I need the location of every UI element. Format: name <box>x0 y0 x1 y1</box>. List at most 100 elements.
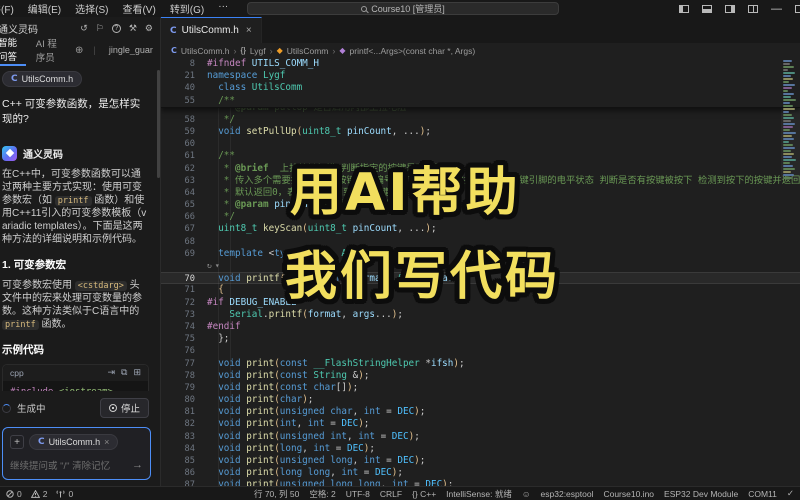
chat-scrollbar[interactable] <box>157 70 160 178</box>
status-item[interactable]: 空格: 2 <box>309 488 335 500</box>
minimap[interactable] <box>783 60 798 180</box>
status-bar-right: 行 70, 列 50 空格: 2 UTF-8 CRLF {} C++ IntelliSen… <box>254 488 794 500</box>
feedback-icon[interactable]: ⚐ <box>96 23 104 34</box>
code-line[interactable]: 64 * 默认返回0，表示没有检测到任何按键被按下。 <box>161 187 800 199</box>
send-icon[interactable]: → <box>132 459 143 471</box>
minimap-line <box>783 117 794 119</box>
new-file-icon[interactable]: ⊞ <box>133 367 141 378</box>
tools-icon[interactable]: ⚒ <box>129 23 137 34</box>
chip-close-icon[interactable]: × <box>104 437 109 447</box>
code-line[interactable]: 77 void print(const __FlashStringHelper … <box>161 358 800 370</box>
toggle-panel-icon[interactable] <box>702 5 712 13</box>
status-item[interactable]: COM11 <box>748 489 777 499</box>
account-button[interactable]: jingle_guan... <box>106 45 153 55</box>
code-line[interactable]: 58 */ <box>161 114 800 126</box>
current-code-line[interactable]: 70 void printf(const char *format, Args.… <box>161 272 800 284</box>
command-center-search[interactable]: Course10 [管理员] <box>247 2 559 15</box>
breadcrumb-item[interactable]: UtilsComm.h <box>181 46 230 56</box>
status-item[interactable]: UTF-8 <box>346 489 370 499</box>
code-line[interactable]: 65 * @param pinCount 需要扫描的按键数量 <box>161 199 800 211</box>
menu-item[interactable]: 编辑(E) <box>21 1 68 16</box>
tab-utilscomm[interactable]: C UtilsComm.h × <box>161 17 262 43</box>
status-item[interactable]: {} C++ <box>412 489 436 499</box>
code-editor[interactable]: 8#ifndef UTILS_COMM_H21namespace Lygf40 … <box>161 58 800 486</box>
code-line[interactable]: 73 Serial.printf(format, args...); <box>161 309 800 321</box>
menu-item[interactable]: 查看(V) <box>115 1 162 16</box>
code-line[interactable]: 82 void print(int, int = DEC); <box>161 418 800 430</box>
breadcrumb-item[interactable]: UtilsComm <box>287 46 329 56</box>
code-line[interactable]: 80 void print(char); <box>161 394 800 406</box>
copy-code-icon[interactable]: ⧉ <box>121 367 127 378</box>
menu-item[interactable]: 文件(F) <box>0 1 21 16</box>
code-line[interactable]: 61 /** <box>161 150 800 162</box>
code-line[interactable]: 87 void print(unsigned long long, int = … <box>161 479 800 486</box>
code-line[interactable]: 79 void print(const char[]); <box>161 382 800 394</box>
code-line[interactable]: 71 { <box>161 284 800 296</box>
code-line[interactable]: 8#ifndef UTILS_COMM_H <box>161 58 800 70</box>
insert-code-icon[interactable]: ⇥ <box>107 367 115 378</box>
status-item[interactable]: 行 70, 列 50 <box>254 488 299 500</box>
status-item[interactable]: esp32:esptool <box>541 489 594 499</box>
code-line[interactable]: 83 void print(unsigned int, int = DEC); <box>161 431 800 443</box>
code-line[interactable]: 85 void print(unsigned long, int = DEC); <box>161 455 800 467</box>
code-line[interactable]: 66 */ <box>161 211 800 223</box>
breadcrumb: CUtilsComm.h›{}Lygf›◆UtilsComm›◆printf<.… <box>161 43 800 58</box>
input-context-chip[interactable]: C UtilsComm.h × <box>29 434 118 450</box>
status-item[interactable]: CRLF <box>380 489 402 499</box>
code-line[interactable]: 59 void setPullUp(uint8_t pinCount, ...)… <box>161 126 800 138</box>
history-icon[interactable]: ↺ <box>80 23 88 34</box>
minimap-line <box>783 165 793 167</box>
code-line[interactable]: 78 void print(const String &); <box>161 370 800 382</box>
code-line[interactable]: 67 uint8_t keyScan(uint8_t pinCount, ...… <box>161 223 800 235</box>
toggle-sidebar-icon[interactable] <box>679 5 689 13</box>
code-line[interactable]: ↻▾ <box>161 260 800 272</box>
breadcrumb-item[interactable]: printf<...Args>(const char *, Args) <box>350 46 476 56</box>
user-context-chip[interactable]: C UtilsComm.h <box>2 71 82 87</box>
customize-layout-icon[interactable] <box>748 5 758 13</box>
breadcrumb-separator: › <box>234 46 237 56</box>
code-line[interactable]: 86 void print(long long, int = DEC); <box>161 467 800 479</box>
help-icon[interactable]: ? <box>112 24 121 33</box>
code-line[interactable]: 55 /** <box>161 95 800 107</box>
code-line[interactable]: 21namespace Lygf <box>161 70 800 82</box>
status-item[interactable]: Course10.ino <box>603 489 654 499</box>
status-item[interactable]: IntelliSense: 就绪 <box>446 488 512 500</box>
maximize-icon[interactable] <box>795 5 800 13</box>
new-chat-icon[interactable]: ⊕ <box>75 45 83 56</box>
vscode-window: 文件(F)编辑(E)选择(S)查看(V)转到(G)··· ← → Course1… <box>0 0 800 500</box>
minimize-icon[interactable]: — <box>771 5 782 13</box>
status-item[interactable]: ☺ <box>522 489 531 499</box>
code-line[interactable]: 63 * 传入多个需要扫描检测的按键引脚编号 每次调用时依次扫描每一个按键引脚的… <box>161 175 800 187</box>
toggle-secondary-sidebar-icon[interactable] <box>725 5 735 13</box>
code-line[interactable]: 76 <box>161 345 800 357</box>
ports-indicator[interactable]: 0 <box>56 489 73 499</box>
code-line[interactable]: 75 }; <box>161 333 800 345</box>
code-line[interactable]: 69 template <typename... Args> <box>161 248 800 260</box>
code-line[interactable]: 72#if DEBUG_ENABLE <box>161 297 800 309</box>
code-line[interactable]: 40 class UtilsComm <box>161 82 800 94</box>
code-line[interactable]: 62 * @brief 上拉按键扫描 判断指定的按键是否被按下 <box>161 163 800 175</box>
code-line[interactable]: 84 void print(long, int = DEC); <box>161 443 800 455</box>
code-line[interactable]: 74#endif <box>161 321 800 333</box>
assistant-heading-2: 示例代码 <box>2 342 149 357</box>
inline-suggestion-icons[interactable]: ↻▾ <box>207 261 223 270</box>
status-item[interactable]: ✓ <box>787 488 794 499</box>
menu-item[interactable]: 选择(S) <box>68 1 115 16</box>
chat-input-box[interactable]: + C UtilsComm.h × 继续提问或 "/" 清除记忆 → <box>2 427 151 480</box>
stop-button[interactable]: 停止 <box>100 398 149 418</box>
breadcrumb-item[interactable]: Lygf <box>250 46 266 56</box>
errors-indicator[interactable]: 0 <box>6 489 22 499</box>
code-line[interactable]: 68 <box>161 236 800 248</box>
menu-item[interactable]: 转到(G) <box>163 1 211 16</box>
settings-gear-icon[interactable]: ⚙ <box>145 23 153 34</box>
close-tab-icon[interactable]: × <box>246 25 252 36</box>
warnings-indicator[interactable]: 2 <box>31 489 48 499</box>
add-context-button[interactable]: + <box>10 435 24 449</box>
line-number: 76 <box>161 345 195 357</box>
menu-item[interactable]: ··· <box>211 1 235 16</box>
code-line[interactable]: 81 void print(unsigned char, int = DEC); <box>161 406 800 418</box>
code-line[interactable]: 60 <box>161 138 800 150</box>
minimap-line <box>783 90 788 92</box>
status-item[interactable]: ESP32 Dev Module <box>664 489 738 499</box>
line-number: 83 <box>161 431 195 443</box>
